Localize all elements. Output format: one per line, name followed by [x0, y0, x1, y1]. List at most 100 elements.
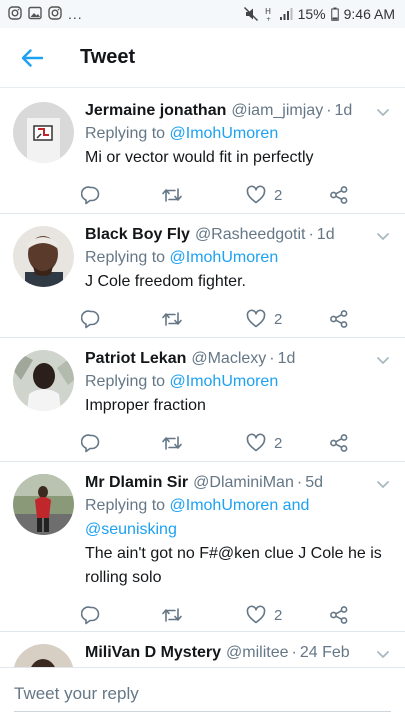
heart-icon: [246, 185, 266, 204]
chevron-down-icon[interactable]: [375, 476, 391, 492]
back-arrow-icon: [21, 48, 43, 67]
instagram-icon: [48, 5, 62, 23]
tweet[interactable]: Mr Dlamin Sir @DlaminiMan · 5d Replying …: [0, 462, 405, 632]
timestamp[interactable]: 24 Feb: [300, 642, 350, 664]
timestamp[interactable]: 1d: [278, 348, 296, 370]
status-system: H + 15% 9:46 AM: [243, 6, 395, 22]
like-count: 2: [274, 606, 283, 624]
replying-label: Replying to: [85, 249, 170, 266]
tweet-actions: 2: [81, 170, 393, 220]
replying-label: Replying to: [85, 497, 170, 514]
mention-link[interactable]: @ImohUmoren: [170, 125, 279, 142]
author-name[interactable]: Mr Dlamin Sir: [85, 472, 188, 494]
timestamp[interactable]: 5d: [305, 472, 323, 494]
reply-composer: [0, 667, 405, 720]
author-name[interactable]: Black Boy Fly: [85, 224, 190, 246]
back-button[interactable]: [0, 28, 64, 88]
timestamp[interactable]: 1d: [335, 100, 353, 122]
retweet-icon: [162, 608, 182, 622]
reply-button[interactable]: [81, 309, 161, 329]
heart-icon: [246, 605, 266, 624]
reply-list[interactable]: Jermaine jonathan @iam_jimjay · 1d Reply…: [0, 90, 405, 667]
author-handle[interactable]: @DlaminiMan: [193, 472, 294, 494]
retweet-icon: [162, 188, 182, 202]
like-button[interactable]: 2: [246, 185, 329, 205]
avatar[interactable]: [13, 350, 74, 411]
chevron-down-icon[interactable]: [375, 104, 391, 120]
retweet-button[interactable]: [161, 433, 246, 453]
battery-icon: [330, 7, 339, 21]
tweet-actions: 2: [81, 294, 393, 344]
share-icon: [330, 310, 348, 328]
chevron-down-icon[interactable]: [375, 228, 391, 244]
retweet-button[interactable]: [161, 185, 246, 205]
like-button[interactable]: 2: [246, 605, 329, 625]
heart-icon: [246, 433, 266, 452]
separator-dot: ·: [326, 102, 332, 119]
instagram-icon: [8, 5, 22, 23]
status-bar: ... H + 15% 9:46 AM: [0, 0, 405, 28]
mention-link[interactable]: @ImohUmoren: [170, 249, 279, 266]
tweet-actions: 2: [81, 418, 393, 468]
replying-to: Replying to @ImohUmoren: [85, 370, 393, 394]
gallery-icon: [28, 6, 42, 23]
author-name[interactable]: Jermaine jonathan: [85, 100, 226, 122]
chevron-down-icon[interactable]: [375, 646, 391, 662]
like-button[interactable]: 2: [246, 309, 329, 329]
svg-text:H: H: [265, 7, 271, 16]
reply-icon: [81, 310, 100, 329]
retweet-button[interactable]: [161, 309, 246, 329]
like-count: 2: [274, 310, 283, 328]
app-bar: Tweet: [0, 28, 405, 88]
retweet-button[interactable]: [161, 605, 246, 625]
author-name[interactable]: Patriot Lekan: [85, 348, 186, 370]
avatar[interactable]: [13, 102, 74, 163]
share-button[interactable]: [329, 309, 349, 329]
share-button[interactable]: [329, 605, 349, 625]
reply-icon: [81, 434, 100, 453]
like-button[interactable]: 2: [246, 433, 329, 453]
separator-dot: ·: [269, 350, 275, 367]
tweet[interactable]: Black Boy Fly @Rasheedgotit · 1d Replyin…: [0, 214, 405, 338]
replying-to: Replying to @ImohUmoren: [85, 246, 393, 270]
heart-icon: [246, 309, 266, 328]
tweet[interactable]: MiliVan D Mystery @militee · 24 Feb: [0, 632, 405, 667]
retweet-icon: [162, 436, 182, 450]
replying-label: Replying to: [85, 373, 170, 390]
tweet[interactable]: Patriot Lekan @Maclexy · 1d Replying to …: [0, 338, 405, 462]
reply-button[interactable]: [81, 185, 161, 205]
more-notifications: ...: [68, 6, 83, 22]
author-handle[interactable]: @Maclexy: [191, 348, 266, 370]
tweet-text: The ain't got no F#@ken clue J Cole he i…: [85, 545, 382, 586]
reply-button[interactable]: [81, 433, 161, 453]
like-count: 2: [274, 434, 283, 452]
reply-icon: [81, 186, 100, 205]
page-title: Tweet: [80, 46, 136, 68]
share-button[interactable]: [329, 185, 349, 205]
replying-to: Replying to @ImohUmoren and @seunisking: [85, 494, 393, 542]
reply-button[interactable]: [81, 605, 161, 625]
tweet[interactable]: Jermaine jonathan @iam_jimjay · 1d Reply…: [0, 90, 405, 214]
signal-icon: [279, 7, 293, 21]
avatar[interactable]: [13, 474, 74, 535]
avatar[interactable]: [13, 644, 74, 667]
separator-dot: ·: [291, 644, 297, 661]
author-handle[interactable]: @iam_jimjay: [231, 100, 323, 122]
avatar[interactable]: [13, 226, 74, 287]
mute-icon: [243, 6, 259, 22]
mention-link[interactable]: @ImohUmoren: [170, 373, 279, 390]
author-handle[interactable]: @militee: [226, 642, 288, 664]
hplus-network-icon: H +: [264, 6, 274, 22]
share-button[interactable]: [329, 433, 349, 453]
author-name[interactable]: MiliVan D Mystery: [85, 642, 221, 664]
tweet-text: Mi or vector would fit in perfectly: [85, 149, 314, 166]
reply-input[interactable]: [14, 684, 391, 704]
chevron-down-icon[interactable]: [375, 352, 391, 368]
replying-to: Replying to @ImohUmoren: [85, 122, 393, 146]
tweet-text: Improper fraction: [85, 397, 206, 414]
share-icon: [330, 606, 348, 624]
author-handle[interactable]: @Rasheedgotit: [195, 224, 306, 246]
like-count: 2: [274, 186, 283, 204]
timestamp[interactable]: 1d: [317, 224, 335, 246]
tweet-text: J Cole freedom fighter.: [85, 273, 246, 290]
